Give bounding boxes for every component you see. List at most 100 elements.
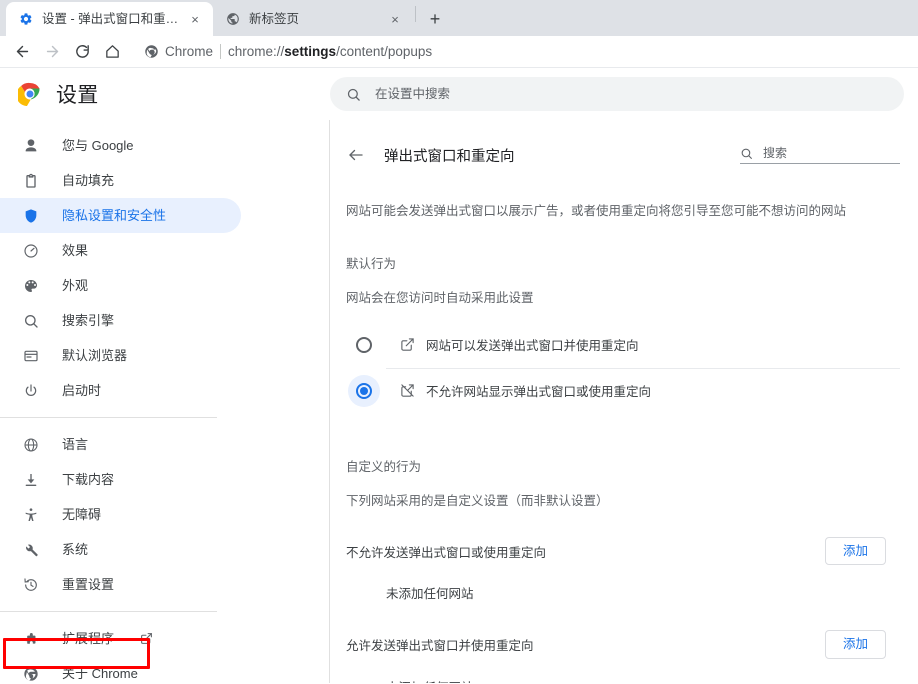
page-description: 网站可能会发送弹出式窗口以展示广告，或者使用重定向将您引导至您可能不想访问的网站 [346,204,847,218]
page-title: 设置 [56,84,99,107]
sidebar-item-performance[interactable]: 效果 [0,233,241,268]
blocked-sites-row: 不允许发送弹出式窗口或使用重定向 添加 [346,536,900,566]
omnibox-divider [220,44,222,59]
default-behavior-radio-group: 网站可以发送弹出式窗口并使用重定向 不允许网站显示弹出式窗口或使用重定向 [346,322,900,414]
radio-option-label: 网站可以发送弹出式窗口并使用重定向 [426,339,639,354]
sidebar-item-appearance[interactable]: 外观 [0,268,241,303]
shield-icon [22,207,40,225]
sidebar-item-default-browser[interactable]: 默认浏览器 [0,338,241,373]
restore-icon [22,576,40,594]
sidebar-item-extensions[interactable]: 扩展程序 [0,621,241,656]
sidebar-group-3: 扩展程序 关于 Chrome [0,621,329,683]
radio-option-label: 不允许网站显示弹出式窗口或使用重定向 [426,385,652,400]
allowed-sites-empty-text: 未添加任何网站 [346,677,900,683]
default-behavior-title: 默认行为 [346,256,397,271]
chrome-icon [144,44,159,59]
radio-button[interactable] [346,374,382,407]
add-allowed-site-button[interactable]: 添加 [824,630,886,659]
default-behavior-subtitle: 网站会在您访问时自动采用此设置 [346,290,534,305]
settings-sidebar: 您与 Google 自动填充 隐私设置和安全性 效果 外观 搜索引擎 默认浏览器… [0,120,330,683]
palette-icon [22,277,40,295]
tab-separator [415,6,416,22]
wrench-icon [22,541,40,559]
sidebar-item-privacy-and-security[interactable]: 隐私设置和安全性 [0,198,241,233]
browser-window: 设置 - 弹出式窗口和重定向 × 新标签页 × + Chrome chrome:… [0,0,918,684]
blocked-sites-label: 不允许发送弹出式窗口或使用重定向 [346,545,547,560]
radio-option-allow-popups[interactable]: 网站可以发送弹出式窗口并使用重定向 [346,322,900,368]
sidebar-item-languages[interactable]: 语言 [0,427,241,462]
sidebar-divider-2 [0,611,217,612]
custom-behavior-subtitle: 下列网站采用的是自定义设置（而非默认设置） [346,493,609,508]
sidebar-item-search-engine[interactable]: 搜索引擎 [0,303,241,338]
sidebar-item-label: 下载内容 [62,472,115,487]
open-in-new-icon [392,337,422,352]
forward-button[interactable] [38,38,66,66]
subpage-search-box[interactable] [740,146,900,164]
globe-icon [225,11,241,27]
sidebar-item-accessibility[interactable]: 无障碍 [0,497,241,532]
tab-settings[interactable]: 设置 - 弹出式窗口和重定向 × [6,2,213,36]
sidebar-item-autofill[interactable]: 自动填充 [0,163,241,198]
url-bold-segment: settings [284,44,337,59]
sidebar-item-label: 隐私设置和安全性 [62,208,167,223]
accessibility-icon [22,506,40,524]
sidebar-item-downloads[interactable]: 下载内容 [0,462,241,497]
sidebar-item-label: 外观 [62,278,89,293]
sidebar-divider-1 [0,417,217,418]
tab-close-icon[interactable]: × [187,11,203,27]
browser-window-icon [22,347,40,365]
radio-option-block-popups[interactable]: 不允许网站显示弹出式窗口或使用重定向 [346,367,900,414]
home-button[interactable] [98,38,126,66]
add-blocked-site-button[interactable]: 添加 [824,536,886,566]
sidebar-item-you-and-google[interactable]: 您与 Google [0,128,241,163]
radio-button[interactable] [346,336,382,353]
subpage-title: 弹出式窗口和重定向 [384,148,515,165]
search-icon [740,147,753,160]
sidebar-item-system[interactable]: 系统 [0,532,241,567]
settings-search-input[interactable] [375,87,888,101]
sidebar-item-on-startup[interactable]: 启动时 [0,373,241,408]
clipboard-icon [22,172,40,190]
settings-body: 您与 Google 自动填充 隐私设置和安全性 效果 外观 搜索引擎 默认浏览器… [0,120,918,683]
sidebar-item-label: 默认浏览器 [62,348,128,363]
tab-close-icon[interactable]: × [387,11,403,27]
subpage-search-input[interactable] [763,146,900,160]
browser-toolbar: Chrome chrome://settings/content/popups [0,36,918,68]
speedometer-icon [22,242,40,260]
person-icon [22,137,40,155]
sidebar-group-2: 语言 下载内容 无障碍 系统 重置设置 [0,427,329,602]
site-chip-label: Chrome [165,44,214,59]
sidebar-item-label: 扩展程序 [62,631,115,646]
sidebar-item-label: 您与 Google [62,138,134,153]
settings-search-box[interactable] [330,77,904,111]
settings-header: 设置 [0,68,918,120]
open-in-new-icon [140,632,153,645]
url-prefix: chrome:// [228,44,285,59]
sidebar-item-reset-settings[interactable]: 重置设置 [0,567,241,602]
settings-brand: 设置 [0,79,330,109]
puzzle-icon [22,630,40,648]
address-bar[interactable]: Chrome chrome://settings/content/popups [136,40,910,64]
sidebar-item-label: 自动填充 [62,173,115,188]
custom-behavior-section: 自定义的行为 下列网站采用的是自定义设置（而非默认设置） 不允许发送弹出式窗口或… [346,456,900,683]
url-suffix: /content/popups [336,44,433,59]
back-button[interactable] [8,38,36,66]
tab-title: 新标签页 [249,12,300,26]
custom-behavior-title: 自定义的行为 [346,459,422,474]
site-chip: Chrome [144,44,213,59]
settings-search-container [330,77,918,111]
power-icon [22,382,40,400]
download-icon [22,471,40,489]
tab-new-tab-page[interactable]: 新标签页 × [213,2,413,36]
open-in-new-off-icon [392,383,422,398]
blocked-sites-empty-text: 未添加任何网站 [386,587,474,602]
chrome-logo-icon [18,82,42,106]
settings-main-content: 弹出式窗口和重定向 网站可能会发送弹出式窗口以展示广告，或者使用重定向将您引导至… [330,120,918,683]
sidebar-item-label: 无障碍 [62,507,102,522]
back-arrow-icon[interactable] [346,146,366,164]
reload-button[interactable] [68,38,96,66]
sidebar-item-about-chrome[interactable]: 关于 Chrome [0,656,241,683]
new-tab-button[interactable]: + [421,5,449,33]
sidebar-item-label: 效果 [62,243,89,258]
sidebar-item-label: 语言 [62,437,89,452]
